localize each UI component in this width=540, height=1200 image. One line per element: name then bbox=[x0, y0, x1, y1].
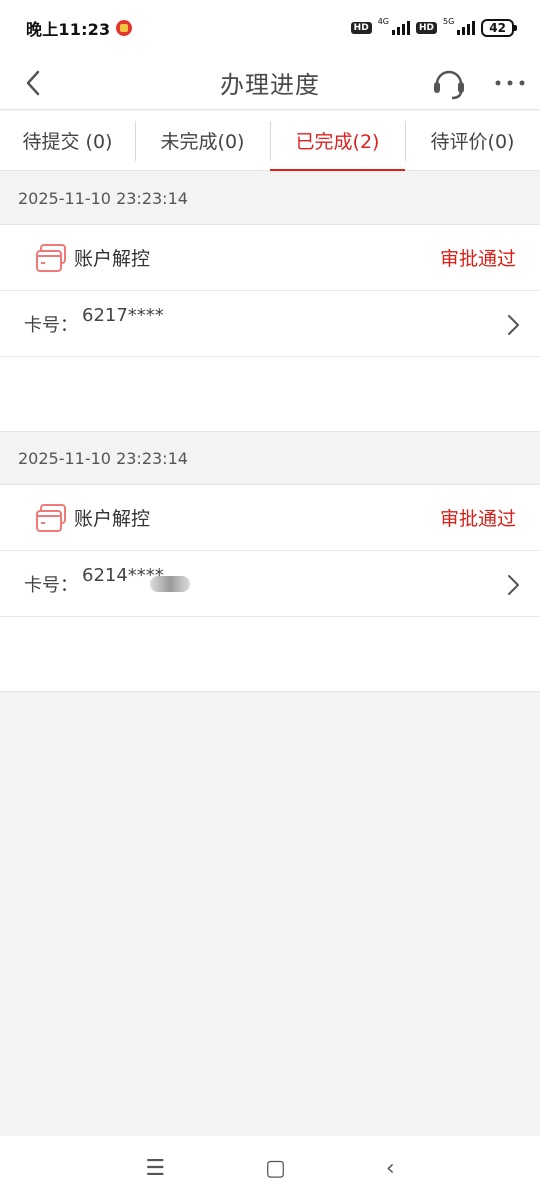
chevron-right-icon bbox=[508, 315, 519, 335]
hd-icon-2: HD bbox=[415, 22, 437, 34]
card-number: 6217**** bbox=[82, 305, 164, 326]
record-card: 账户解控 审批通过 卡号： 6214**** bbox=[0, 484, 540, 692]
status-bar: 晚上11:23 HD 4G HD 5G 42 bbox=[0, 0, 540, 56]
app-emblem-icon bbox=[116, 20, 133, 36]
record-service-row[interactable]: 账户解控 审批通过 bbox=[0, 485, 540, 551]
service-name: 账户解控 bbox=[74, 508, 151, 530]
record-group: 2025-11-10 23:23:14 账户解控 审批通过 卡号： 6214**… bbox=[0, 432, 540, 692]
card-number-row[interactable]: 卡号： 6214**** bbox=[0, 551, 540, 617]
record-service-row[interactable]: 账户解控 审批通过 bbox=[0, 225, 540, 291]
more-options-icon[interactable] bbox=[492, 68, 528, 98]
bank-card-icon bbox=[36, 243, 66, 272]
card-number: 6214**** bbox=[82, 565, 164, 586]
signal-icon bbox=[391, 21, 410, 35]
battery-indicator: 42 bbox=[481, 19, 517, 37]
tab-pending-review[interactable]: 待评价(0) bbox=[405, 111, 540, 170]
header: 办理进度 bbox=[0, 56, 540, 110]
tab-completed[interactable]: 已完成(2) bbox=[270, 111, 405, 171]
card-number-row[interactable]: 卡号： 6217**** bbox=[0, 291, 540, 357]
network-type-4g: 4G bbox=[377, 16, 389, 26]
customer-service-headset-icon[interactable] bbox=[430, 64, 468, 102]
system-back-icon[interactable]: ‹ bbox=[386, 1156, 395, 1181]
bank-card-icon bbox=[36, 503, 66, 532]
record-date: 2025-11-10 23:23:14 bbox=[18, 188, 188, 208]
record-group: 2025-11-10 23:23:14 账户解控 审批通过 卡号： 6217**… bbox=[0, 172, 540, 432]
menu-icon[interactable]: ☰ bbox=[145, 1156, 165, 1181]
network-type-5g: 5G bbox=[443, 16, 455, 26]
status-tabs: 待提交 (0) 未完成(0) 已完成(2) 待评价(0) bbox=[0, 111, 540, 171]
page-title: 办理进度 bbox=[220, 71, 320, 99]
tab-pending-submit[interactable]: 待提交 (0) bbox=[0, 111, 135, 170]
record-card: 账户解控 审批通过 卡号： 6217**** bbox=[0, 224, 540, 432]
chevron-right-icon bbox=[508, 575, 519, 595]
approval-status: 审批通过 bbox=[439, 508, 516, 530]
record-date: 2025-11-10 23:23:14 bbox=[18, 448, 188, 468]
status-icons: HD 4G HD 5G 42 bbox=[350, 16, 517, 37]
card-number-label: 卡号： bbox=[24, 314, 78, 336]
signal-icon-2 bbox=[457, 21, 476, 35]
tab-incomplete[interactable]: 未完成(0) bbox=[135, 111, 270, 170]
back-arrow-icon[interactable] bbox=[20, 68, 50, 98]
service-name: 账户解控 bbox=[74, 248, 151, 270]
status-time: 晚上11:23 bbox=[26, 20, 111, 39]
hd-icon: HD bbox=[350, 22, 372, 34]
home-icon[interactable]: ▢ bbox=[265, 1156, 286, 1181]
card-number-label: 卡号： bbox=[24, 574, 78, 596]
approval-status: 审批通过 bbox=[439, 248, 516, 270]
system-nav-bar: ☰ ▢ ‹ bbox=[0, 1136, 540, 1200]
